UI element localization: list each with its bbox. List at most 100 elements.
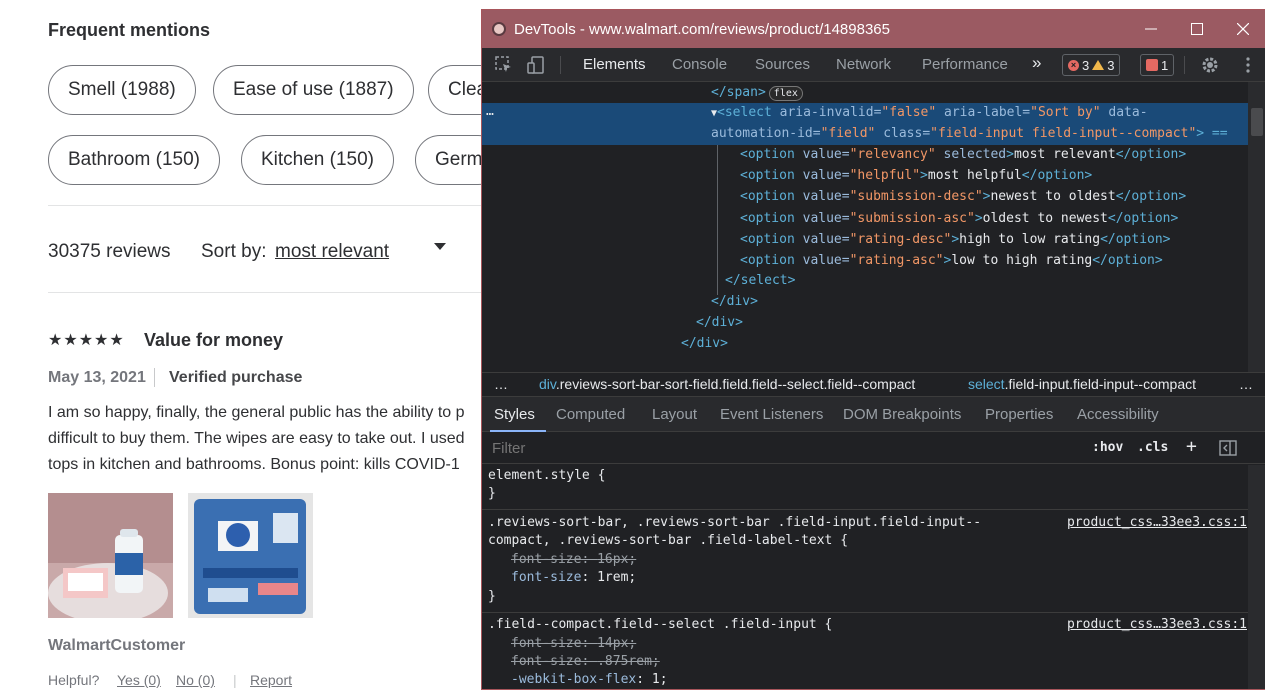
cls-toggle[interactable]: .cls: [1137, 440, 1168, 455]
tag-bracket: >: [1006, 147, 1014, 162]
tree-line[interactable]: </div>: [681, 336, 728, 351]
subtab-accessibility[interactable]: Accessibility: [1077, 406, 1159, 423]
tag-span-close: </span>: [711, 85, 766, 100]
sort-select[interactable]: most relevant: [275, 241, 389, 263]
elements-tree[interactable]: </span> flex … ▼<select aria-invalid="fal…: [482, 82, 1265, 372]
tab-sources[interactable]: Sources: [755, 56, 810, 73]
helpful-label: Helpful?: [48, 672, 100, 688]
errors-warnings-badge[interactable]: × 3 3: [1062, 54, 1121, 76]
devtools-titlebar[interactable]: DevTools - www.walmart.com/reviews/produ…: [482, 10, 1265, 48]
css-value: 1;: [651, 672, 668, 687]
tree-line[interactable]: </span> flex: [711, 85, 803, 101]
attr-value: "false": [881, 105, 937, 120]
subtab-styles[interactable]: Styles: [494, 406, 535, 423]
option-text: most relevant: [1013, 147, 1116, 162]
divider: [48, 205, 488, 206]
devtools-toolbar: Elements Console Sources Network Perform…: [482, 48, 1265, 82]
mention-chip-ease-of-use[interactable]: Ease of use (1887): [213, 65, 414, 115]
settings-gear-icon[interactable]: [1200, 55, 1220, 75]
more-tabs-button[interactable]: »: [1032, 53, 1041, 73]
rules-scrollbar[interactable]: [1248, 465, 1265, 689]
subtab-event-listeners[interactable]: Event Listeners: [720, 406, 823, 423]
toggle-sidebar-icon[interactable]: [1218, 438, 1238, 458]
subtab-properties[interactable]: Properties: [985, 406, 1053, 423]
css-declaration-overridden[interactable]: font-size: 16px;: [511, 552, 636, 567]
helpful-no-button[interactable]: No (0): [176, 672, 215, 688]
tree-line-option[interactable]: <option value="submission-asc">oldest to…: [740, 211, 1178, 226]
css-property: -webkit-box-flex: [511, 672, 637, 687]
breadcrumb-item-div[interactable]: div.reviews-sort-bar-sort-field.field.fi…: [539, 376, 915, 392]
breadcrumb-scroll-right[interactable]: …: [1239, 376, 1253, 392]
css-declaration-overridden[interactable]: font-size: .875rem;: [511, 654, 660, 669]
hov-toggle[interactable]: :hov: [1092, 440, 1123, 455]
rule-source-link[interactable]: product_css…33ee3.css:1: [1067, 515, 1247, 530]
error-count: 3: [1082, 57, 1090, 73]
tab-performance[interactable]: Performance: [922, 56, 1008, 73]
mention-chip-smell[interactable]: Smell (1988): [48, 65, 196, 115]
breadcrumb-item-select[interactable]: select.field-input.field-input--compact: [968, 376, 1196, 392]
tree-line-select-open-cont[interactable]: automation-id="field" class="field-input…: [711, 126, 1228, 141]
tag-div-close: </div>: [711, 294, 758, 309]
style-rules-pane[interactable]: element.style { } .reviews-sort-bar, .re…: [482, 465, 1265, 689]
rule-source-link[interactable]: product_css…33ee3.css:1: [1067, 617, 1247, 632]
review-photo[interactable]: [48, 493, 173, 618]
tab-network[interactable]: Network: [836, 56, 891, 73]
styles-subtabs: Styles Computed Layout Event Listeners D…: [482, 396, 1265, 432]
tree-line-option[interactable]: <option value="submission-desc">newest t…: [740, 189, 1186, 204]
tag-option-close: </option>: [1021, 168, 1093, 184]
css-declaration[interactable]: -webkit-box-flex: 1;: [511, 672, 668, 687]
subtab-layout[interactable]: Layout: [652, 406, 697, 423]
tree-line[interactable]: </select>: [725, 273, 795, 288]
close-button[interactable]: [1220, 10, 1265, 48]
attr-value: "submission-asc": [849, 210, 975, 226]
tag-close: > ==: [1196, 126, 1228, 141]
element-style-selector[interactable]: element.style {: [488, 468, 605, 483]
css-declaration[interactable]: font-size: 1rem;: [511, 570, 636, 585]
rule-selector[interactable]: .reviews-sort-bar, .reviews-sort-bar .fi…: [488, 515, 981, 530]
toolbar-divider: [560, 56, 561, 74]
review-photo[interactable]: [188, 493, 313, 618]
review-text-line: I am so happy, finally, the general publ…: [48, 404, 465, 421]
scrollbar-thumb[interactable]: [1251, 108, 1263, 136]
maximize-button[interactable]: [1174, 10, 1220, 48]
helpful-yes-button[interactable]: Yes (0): [117, 672, 161, 688]
tag-option-close: </option>: [1092, 253, 1163, 268]
separator: |: [233, 672, 237, 688]
tree-line-option[interactable]: <option value="rating-desc">high to low …: [740, 232, 1171, 247]
rule-selector[interactable]: .field--compact.field--select .field-inp…: [488, 617, 832, 632]
inspect-element-icon[interactable]: [494, 55, 514, 75]
tree-line-option[interactable]: <option value="helpful">most helpful</op…: [740, 168, 1092, 183]
minimize-button[interactable]: [1128, 10, 1174, 48]
rule-close-brace: }: [488, 589, 496, 604]
tab-console[interactable]: Console: [672, 56, 727, 73]
subtab-dom-breakpoints[interactable]: DOM Breakpoints: [843, 406, 961, 423]
verified-purchase-label: Verified purchase: [169, 369, 303, 386]
flex-badge[interactable]: flex: [768, 86, 803, 101]
tab-elements[interactable]: Elements: [583, 56, 646, 73]
styles-filter-input[interactable]: [492, 440, 1052, 457]
tree-line-option[interactable]: <option value="relevancy" selected>most …: [740, 147, 1186, 162]
rule-selector[interactable]: compact, .reviews-sort-bar .field-label-…: [488, 533, 848, 548]
tree-line[interactable]: </div>: [711, 294, 758, 309]
breadcrumb-scroll-left[interactable]: …: [494, 376, 508, 392]
kebab-menu-icon[interactable]: [1238, 55, 1258, 75]
subtab-computed[interactable]: Computed: [556, 406, 625, 423]
caret-down-icon[interactable]: [434, 243, 446, 250]
option-text: most helpful: [927, 168, 1022, 184]
rule-close-brace: }: [488, 486, 496, 501]
report-link[interactable]: Report: [250, 672, 292, 688]
tree-line-select-open[interactable]: ▼<select aria-invalid="false" aria-label…: [711, 105, 1148, 120]
tree-line-option[interactable]: <option value="rating-asc">low to high r…: [740, 253, 1163, 268]
tree-line[interactable]: </div>: [696, 315, 743, 330]
device-toolbar-icon[interactable]: [526, 55, 546, 75]
issues-badge[interactable]: 1: [1140, 54, 1175, 76]
attr-name: data-: [1100, 105, 1148, 120]
new-style-rule-button[interactable]: +: [1186, 436, 1197, 457]
mention-chip-bathroom[interactable]: Bathroom (150): [48, 135, 221, 185]
attr-name: value=: [794, 231, 850, 247]
attr-value: "helpful": [849, 168, 921, 184]
css-declaration-overridden[interactable]: font-size: 14px;: [511, 636, 636, 651]
attr-value: "rating-desc": [849, 231, 952, 247]
node-actions-ellipsis[interactable]: …: [486, 104, 494, 119]
mention-chip-kitchen[interactable]: Kitchen (150): [241, 135, 395, 185]
